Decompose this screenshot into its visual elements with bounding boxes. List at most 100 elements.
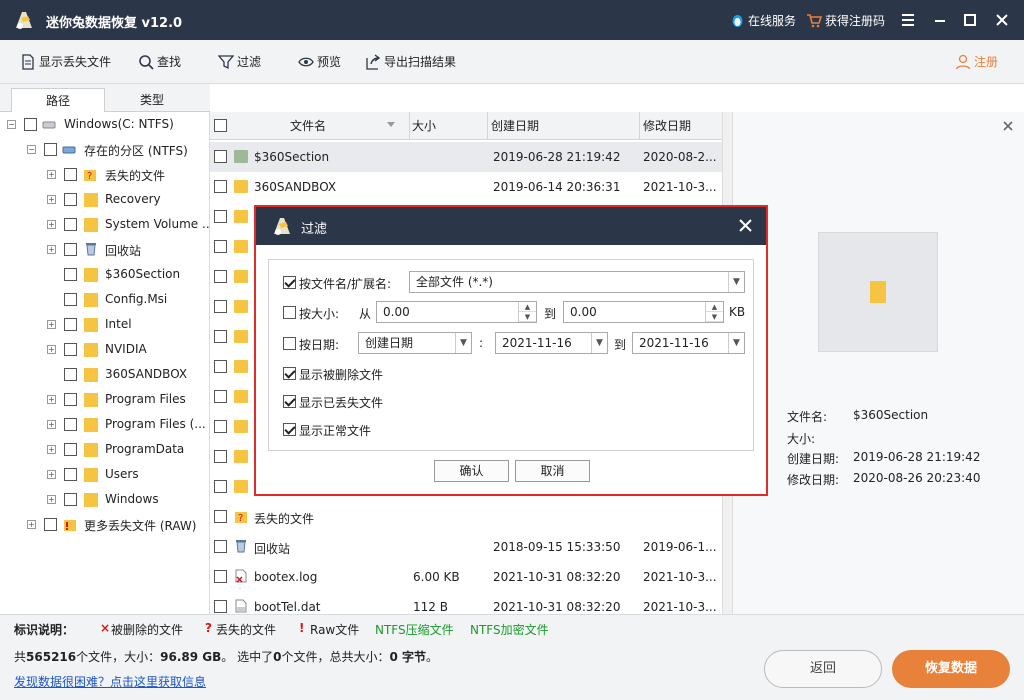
filter-button[interactable]: 过滤 — [218, 53, 261, 70]
show-normal-row[interactable]: 显示正常文件 — [269, 417, 755, 443]
expand-icon[interactable]: + — [47, 245, 56, 254]
item-checkbox[interactable] — [64, 218, 77, 231]
tree-item[interactable]: + System Volume ... — [0, 212, 209, 237]
get-code-link[interactable]: 获得注册码 — [806, 12, 885, 29]
show-lost-row[interactable]: 显示已丢失文件 — [269, 389, 755, 415]
partition-checkbox[interactable] — [44, 143, 57, 156]
tab-type[interactable]: 类型 — [105, 88, 199, 112]
row-checkbox[interactable] — [214, 270, 227, 283]
table-row[interactable]: bootex.log 6.00 KB 2021-10-31 08:32:20 2… — [210, 562, 722, 592]
expand-icon[interactable]: + — [47, 395, 56, 404]
by-date-checkbox[interactable] — [283, 337, 296, 350]
row-checkbox[interactable] — [214, 180, 227, 193]
item-checkbox[interactable] — [64, 443, 77, 456]
column-modified[interactable]: 修改日期 — [640, 112, 722, 140]
row-checkbox[interactable] — [214, 300, 227, 313]
item-checkbox[interactable] — [64, 168, 77, 181]
column-name[interactable]: 文件名 — [234, 112, 410, 140]
close-icon[interactable] — [739, 219, 752, 232]
row-checkbox[interactable] — [214, 450, 227, 463]
export-button[interactable]: 导出扫描结果 — [365, 53, 456, 70]
expand-icon[interactable]: + — [27, 520, 36, 529]
row-checkbox[interactable] — [214, 480, 227, 493]
by-size-checkbox[interactable] — [283, 306, 296, 319]
size-from-input[interactable]: 0.00 ▲ ▼ — [376, 301, 537, 323]
item-checkbox[interactable] — [64, 318, 77, 331]
tree-partition-row[interactable]: − 存在的分区 (NTFS) — [0, 137, 209, 162]
expand-icon[interactable]: + — [47, 195, 56, 204]
item-checkbox[interactable] — [64, 418, 77, 431]
show-deleted-checkbox[interactable] — [283, 367, 296, 380]
item-checkbox[interactable] — [64, 293, 77, 306]
maximize-icon[interactable] — [960, 10, 980, 30]
row-checkbox[interactable] — [214, 330, 227, 343]
close-preview-icon[interactable] — [1002, 120, 1014, 132]
online-service-link[interactable]: 在线服务 — [730, 12, 796, 29]
date-type-select[interactable]: 创建日期 ▼ — [358, 332, 472, 354]
date-to-picker[interactable]: 2021-11-16 ▼ — [632, 332, 745, 354]
item-checkbox[interactable] — [64, 343, 77, 356]
tree-item[interactable]: + Program Files — [0, 387, 209, 412]
size-from-spinner[interactable]: ▲ ▼ — [518, 302, 536, 322]
table-row[interactable]: $360Section 2019-06-28 21:19:42 2020-08-… — [210, 142, 722, 172]
expand-icon[interactable]: + — [47, 170, 56, 179]
collapse-icon[interactable]: − — [27, 145, 36, 154]
back-button[interactable]: 返回 — [764, 650, 882, 688]
cancel-button[interactable]: 取消 — [515, 460, 590, 482]
recover-button[interactable]: 恢复数据 — [892, 650, 1010, 688]
collapse-icon[interactable]: − — [7, 120, 16, 129]
date-from-picker[interactable]: 2021-11-16 ▼ — [495, 332, 608, 354]
size-to-input[interactable]: 0.00 ▲ ▼ — [563, 301, 724, 323]
select-all-checkbox[interactable] — [214, 119, 227, 132]
expand-icon[interactable]: + — [47, 220, 56, 229]
size-to-spinner[interactable]: ▲ ▼ — [705, 302, 723, 322]
row-checkbox[interactable] — [214, 600, 227, 613]
table-row[interactable]: 360SANDBOX 2019-06-14 20:36:31 2021-10-3… — [210, 172, 722, 202]
tree-item[interactable]: + Program Files (... — [0, 412, 209, 437]
by-name-checkbox[interactable] — [283, 276, 296, 289]
row-checkbox[interactable] — [214, 570, 227, 583]
tree-item[interactable]: + Users — [0, 462, 209, 487]
item-checkbox[interactable] — [64, 393, 77, 406]
item-checkbox[interactable] — [64, 193, 77, 206]
spin-up-icon[interactable]: ▲ — [706, 302, 723, 312]
item-checkbox[interactable] — [64, 468, 77, 481]
table-row[interactable]: ? 丢失的文件 — [210, 502, 722, 532]
row-checkbox[interactable] — [214, 510, 227, 523]
show-lost-button[interactable]: 显示丢失文件 — [20, 53, 111, 70]
row-checkbox[interactable] — [214, 360, 227, 373]
help-link[interactable]: 发现数据很困难？点击这里获取信息 — [14, 673, 206, 690]
expand-icon[interactable]: + — [47, 320, 56, 329]
show-lost-checkbox[interactable] — [283, 395, 296, 408]
row-checkbox[interactable] — [214, 150, 227, 163]
tree-item[interactable]: + 回收站 — [0, 237, 209, 262]
preview-button[interactable]: 预览 — [298, 53, 341, 70]
tree-item[interactable]: Config.Msi — [0, 287, 209, 312]
column-created[interactable]: 创建日期 — [488, 112, 640, 140]
tree-item[interactable]: + Windows — [0, 487, 209, 512]
expand-icon[interactable]: + — [47, 345, 56, 354]
spin-up-icon[interactable]: ▲ — [519, 302, 536, 312]
show-deleted-row[interactable]: 显示被删除文件 — [269, 361, 755, 387]
spin-down-icon[interactable]: ▼ — [706, 312, 723, 322]
menu-icon[interactable] — [898, 10, 918, 30]
tree-item[interactable]: + Recovery — [0, 187, 209, 212]
expand-icon[interactable]: + — [47, 445, 56, 454]
item-checkbox[interactable] — [64, 368, 77, 381]
table-row[interactable]: 回收站 2018-09-15 15:33:50 2019-06-1... — [210, 532, 722, 562]
column-size[interactable]: 大小 — [410, 112, 488, 140]
tree-item[interactable]: + NVIDIA — [0, 337, 209, 362]
close-icon[interactable] — [992, 10, 1012, 30]
table-row[interactable]: bootTel.dat 112 B 2021-10-31 08:32:20 20… — [210, 592, 722, 614]
row-checkbox[interactable] — [214, 540, 227, 553]
row-checkbox[interactable] — [214, 420, 227, 433]
tab-path[interactable]: 路径 — [11, 88, 105, 112]
register-button[interactable]: 注册 — [955, 53, 998, 70]
row-checkbox[interactable] — [214, 240, 227, 253]
tree-item[interactable]: 360SANDBOX — [0, 362, 209, 387]
confirm-button[interactable]: 确认 — [434, 460, 509, 482]
tree-item[interactable]: $360Section — [0, 262, 209, 287]
find-button[interactable]: 查找 — [138, 53, 181, 70]
minimize-icon[interactable] — [930, 10, 950, 30]
drive-checkbox[interactable] — [24, 118, 37, 131]
